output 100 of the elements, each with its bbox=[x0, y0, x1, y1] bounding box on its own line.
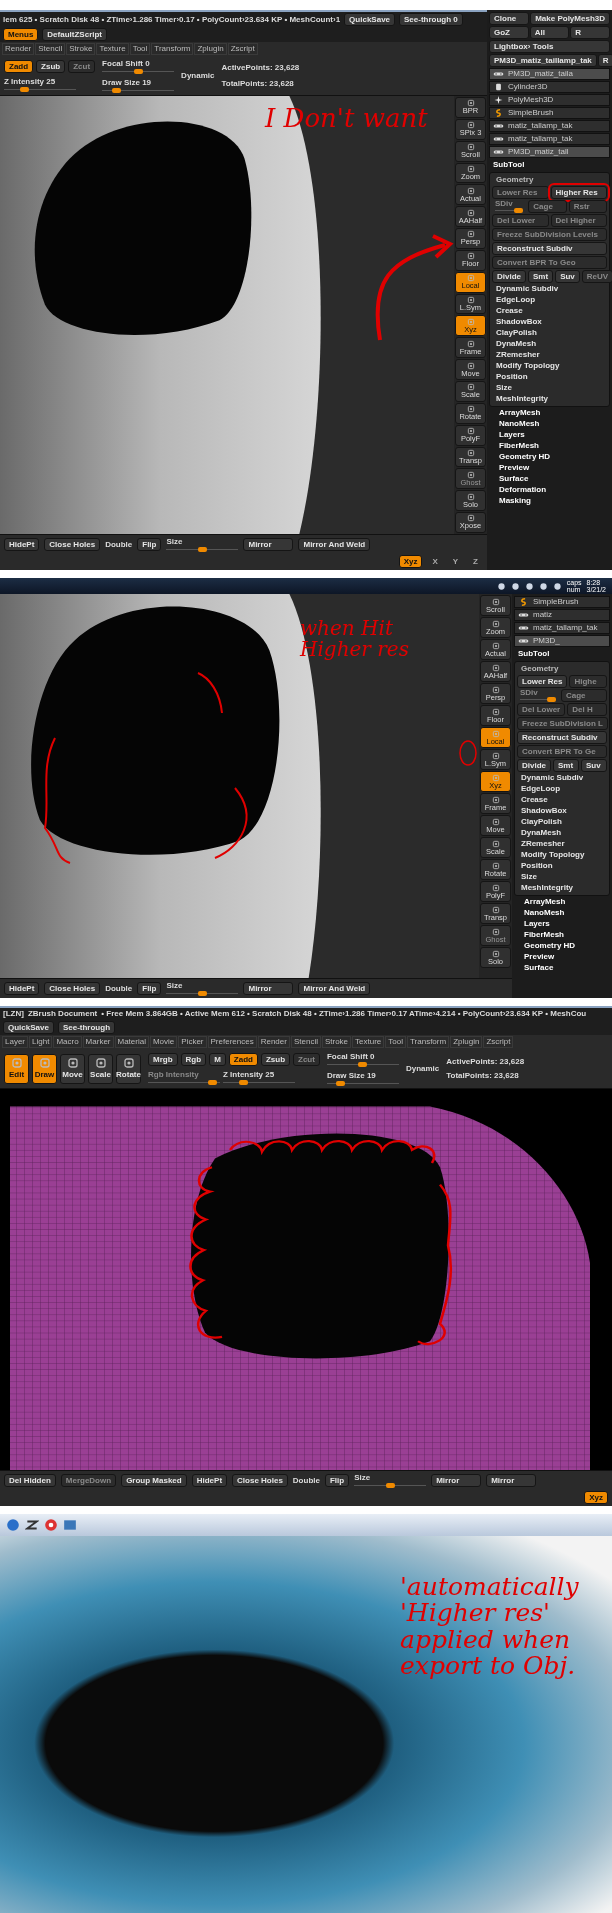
palette-menu-item[interactable]: Preview bbox=[514, 952, 610, 962]
palette-menu-item[interactable]: Geometry HD bbox=[489, 452, 610, 462]
tool-thumbnail[interactable]: matiz_tallamp_tak bbox=[489, 133, 610, 145]
palette-menu-item[interactable]: Deformation bbox=[489, 485, 610, 495]
tool-button[interactable]: Flip bbox=[324, 1474, 350, 1487]
tool-button[interactable]: Edit bbox=[4, 1053, 29, 1084]
menu-item[interactable]: Tool bbox=[385, 1036, 406, 1048]
palette-menu-item[interactable]: Surface bbox=[514, 963, 610, 973]
tool-thumbnail[interactable]: matiz_tallamp_tak bbox=[514, 622, 610, 634]
geometry-menu-item[interactable]: EdgeLoop bbox=[492, 295, 607, 305]
geometry-menu-item[interactable]: ShadowBox bbox=[517, 806, 607, 816]
tool-button[interactable]: Rotate bbox=[116, 1053, 141, 1084]
menu-item[interactable]: Zplugin bbox=[450, 1036, 483, 1048]
menu-item[interactable]: Picker bbox=[178, 1036, 207, 1048]
tool-button[interactable]: Flip bbox=[137, 538, 162, 551]
menu-item[interactable]: Material bbox=[114, 1036, 149, 1048]
menu-item[interactable]: Transform bbox=[151, 43, 194, 55]
slider-thumb[interactable] bbox=[133, 68, 143, 74]
geometry-menu-item[interactable]: MeshIntegrity bbox=[517, 883, 607, 893]
slider-thumb[interactable] bbox=[19, 86, 29, 92]
geometry-menu-item[interactable]: Size bbox=[492, 383, 607, 393]
tool-thumbnail[interactable]: PM3D_ bbox=[514, 635, 610, 647]
slider-track[interactable] bbox=[148, 1079, 220, 1085]
tool-thumbnail[interactable]: PM3D_matiz_tall bbox=[489, 146, 610, 158]
panel-title[interactable]: Geometry bbox=[517, 664, 607, 674]
menu-item[interactable]: Zplugin bbox=[194, 43, 227, 55]
slider-thumb[interactable] bbox=[385, 1483, 395, 1488]
tool-thumbnail[interactable]: matiz bbox=[514, 609, 610, 621]
geometry-button[interactable]: Smt bbox=[528, 270, 554, 283]
geometry-button[interactable]: Divide bbox=[492, 270, 526, 283]
geometry-menu-item[interactable]: Crease bbox=[492, 306, 607, 316]
header-button[interactable]: QuickSave bbox=[3, 1021, 54, 1034]
geometry-button[interactable]: Lower Res bbox=[517, 675, 568, 688]
menu-item[interactable]: Macro bbox=[53, 1036, 82, 1048]
axis-toggle[interactable]: Xyz bbox=[584, 1491, 608, 1504]
geometry-button[interactable]: Reconstruct Subdiv bbox=[492, 242, 607, 255]
axis-toggle[interactable]: X bbox=[427, 555, 443, 568]
tool-button[interactable]: R bbox=[570, 26, 610, 39]
geometry-menu-item[interactable]: EdgeLoop bbox=[517, 784, 607, 794]
tool-button[interactable]: Move bbox=[60, 1053, 85, 1084]
tool-button[interactable]: Group Masked bbox=[121, 1474, 187, 1487]
axis-toggle[interactable]: Z bbox=[468, 555, 483, 568]
menu-item[interactable]: Transform bbox=[407, 1036, 450, 1048]
tool-button[interactable]: Flip bbox=[137, 982, 162, 995]
tool-thumbnail[interactable]: Cylinder3D bbox=[489, 81, 610, 93]
mode-button[interactable]: Rgb bbox=[180, 1052, 207, 1066]
slider-thumb[interactable] bbox=[336, 1080, 346, 1086]
menu-item[interactable]: Tool bbox=[129, 43, 151, 55]
slider-thumb[interactable] bbox=[197, 547, 207, 552]
slider-thumb[interactable] bbox=[238, 1079, 248, 1085]
menu-item[interactable]: Render bbox=[257, 1036, 290, 1048]
tool-button[interactable]: Close Holes bbox=[232, 1474, 288, 1487]
dropdown-button[interactable]: Mirror And Weld bbox=[298, 538, 371, 551]
geometry-menu-item[interactable]: Dynamic Subdiv bbox=[492, 284, 607, 294]
tool-thumbnail[interactable]: PM3D_matiz_taila bbox=[489, 68, 610, 80]
geometry-button[interactable]: Higher Res bbox=[550, 186, 607, 199]
palette-menu-item[interactable]: Masking bbox=[489, 496, 610, 506]
slider-track[interactable] bbox=[520, 697, 556, 702]
menu-item[interactable]: Marker bbox=[82, 1036, 114, 1048]
tool-button[interactable]: Del Hidden bbox=[4, 1474, 56, 1487]
palette-header[interactable]: SubTool bbox=[514, 648, 610, 660]
geometry-menu-item[interactable]: ClayPolish bbox=[517, 817, 607, 827]
mode-button[interactable]: Mrgb bbox=[148, 1052, 178, 1066]
slider-thumb[interactable] bbox=[358, 1061, 368, 1067]
tool-button[interactable]: Clone bbox=[489, 12, 530, 25]
mode-button[interactable]: Zsub bbox=[36, 59, 66, 73]
dropdown-button[interactable]: Mirror bbox=[243, 982, 294, 995]
geometry-menu-item[interactable]: Position bbox=[517, 861, 607, 871]
menu-item[interactable]: Stencil bbox=[35, 43, 66, 55]
tool-thumbnail[interactable]: PolyMesh3D bbox=[489, 94, 610, 106]
header-button[interactable]: DefaultZScript bbox=[42, 28, 107, 41]
menu-item[interactable]: Light bbox=[29, 1036, 53, 1048]
header-button[interactable]: QuickSave bbox=[344, 13, 396, 26]
menu-item[interactable]: Texture bbox=[96, 43, 129, 55]
palette-menu-item[interactable]: Preview bbox=[489, 463, 610, 473]
tool-button[interactable]: HidePt bbox=[4, 538, 40, 551]
palette-menu-item[interactable]: ArrayMesh bbox=[514, 897, 610, 907]
tool-button[interactable]: Close Holes bbox=[44, 538, 101, 551]
tool-button[interactable]: Close Holes bbox=[44, 982, 101, 995]
geometry-menu-item[interactable]: Size bbox=[517, 872, 607, 882]
menu-item[interactable]: Texture bbox=[352, 1036, 385, 1048]
menu-item[interactable]: Zscript bbox=[227, 43, 258, 55]
palette-menu-item[interactable]: NanoMesh bbox=[514, 908, 610, 918]
tool-thumbnail[interactable]: matiz_tallamp_tak bbox=[489, 120, 610, 132]
menu-item[interactable]: Stroke bbox=[66, 43, 96, 55]
geometry-button[interactable]: Divide bbox=[517, 759, 551, 772]
palette-menu-item[interactable]: Layers bbox=[514, 919, 610, 929]
tool-button[interactable]: Lightbox› Tools bbox=[489, 40, 610, 53]
slider-thumb[interactable] bbox=[111, 87, 121, 93]
header-button[interactable]: See-through bbox=[57, 1021, 116, 1034]
palette-menu-item[interactable]: Geometry HD bbox=[514, 941, 610, 951]
mode-button[interactable]: Zsub bbox=[260, 1052, 290, 1066]
tool-button[interactable]: Draw bbox=[32, 1053, 57, 1084]
geometry-menu-item[interactable]: DynaMesh bbox=[492, 339, 607, 349]
menu-item[interactable]: Stencil bbox=[290, 1036, 321, 1048]
dropdown-button[interactable]: Mirror bbox=[486, 1474, 537, 1487]
menu-item[interactable]: Stroke bbox=[321, 1036, 352, 1048]
header-button[interactable]: See-through 0 bbox=[399, 13, 463, 26]
tool-thumbnail[interactable]: SimpleBrush bbox=[514, 596, 610, 608]
tool-button[interactable]: HidePt bbox=[191, 1474, 228, 1487]
